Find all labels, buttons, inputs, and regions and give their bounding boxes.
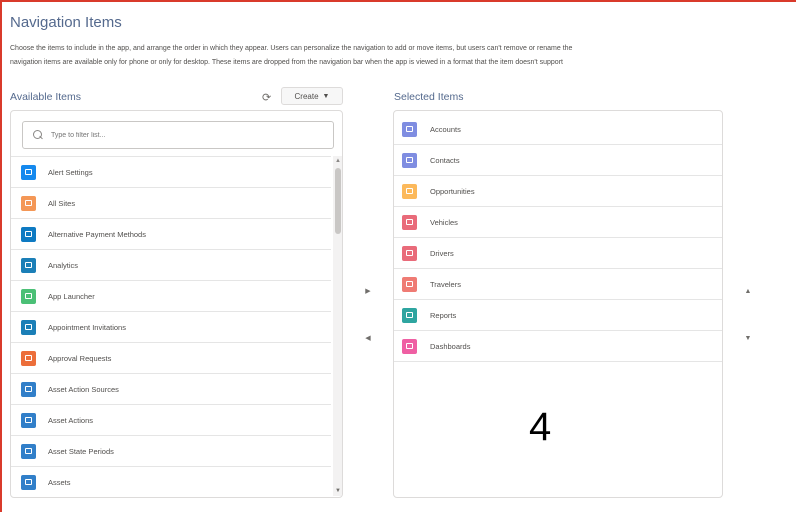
list-item-label: Reports	[430, 310, 457, 320]
list-item-label: Drivers	[430, 248, 454, 258]
move-left-button[interactable]: ◀	[361, 331, 375, 345]
asset-state-periods-icon	[21, 443, 36, 459]
list-item-label: Accounts	[430, 124, 461, 134]
list-item-label: Travelers	[430, 279, 461, 289]
available-items-list: Alert Settings All Sites Alternative Payme…	[11, 156, 331, 497]
description-line-1: Choose the items to include in the app, …	[10, 45, 573, 52]
section-description: Choose the items to include in the app, …	[10, 42, 796, 70]
list-item-label: Dashboards	[430, 341, 471, 351]
list-item-label: Alternative Payment Methods	[48, 229, 146, 239]
all-sites-icon	[21, 195, 36, 211]
list-item-label: Contacts	[430, 155, 460, 165]
chevron-down-icon: ▼	[322, 92, 330, 100]
move-up-button[interactable]: ▲	[741, 284, 755, 298]
list-item-label: Asset Actions	[48, 415, 94, 425]
list-item[interactable]: Opportunities	[394, 176, 722, 207]
approval-requests-icon	[21, 350, 36, 366]
app-launcher-icon	[21, 288, 36, 304]
scroll-down-arrow-icon[interactable]: ▼	[333, 488, 342, 494]
filter-input[interactable]	[51, 131, 311, 139]
accounts-icon	[402, 121, 417, 137]
list-item[interactable]: Travelers	[394, 269, 722, 300]
list-item[interactable]: Assets	[11, 466, 331, 497]
scroll-thumb[interactable]	[335, 168, 341, 234]
refresh-icon[interactable]: ⟳	[262, 91, 271, 104]
list-item-label: Opportunities	[430, 186, 475, 196]
scrollbar[interactable]: ▲ ▼	[333, 156, 342, 496]
list-item[interactable]: Asset Action Sources	[11, 373, 331, 404]
filter-search-box[interactable]	[22, 121, 334, 149]
annotation-number: 4	[529, 405, 552, 449]
list-item-label: Asset Action Sources	[48, 384, 119, 394]
list-item[interactable]: Alert Settings	[11, 156, 331, 187]
travelers-icon	[402, 276, 417, 292]
list-item[interactable]: Accounts	[394, 114, 722, 145]
selected-items-title: Selected Items	[394, 91, 464, 103]
appointment-invitations-icon	[21, 319, 36, 335]
selected-items-list: Accounts Contacts Opportunities Vehicles Dri…	[394, 114, 722, 362]
list-item-label: Appointment Invitations	[48, 322, 126, 332]
create-button-label: Create	[294, 91, 319, 101]
list-item[interactable]: Asset State Periods	[11, 435, 331, 466]
list-item-label: Asset State Periods	[48, 446, 114, 456]
list-item[interactable]: Vehicles	[394, 207, 722, 238]
dashboards-icon	[402, 338, 417, 354]
opportunities-icon	[402, 183, 417, 199]
list-item[interactable]: App Launcher	[11, 280, 331, 311]
description-line-2: navigation items are available only for …	[10, 59, 563, 66]
section-title: Navigation Items	[10, 14, 122, 31]
analytics-icon	[21, 257, 36, 273]
list-item[interactable]: Reports	[394, 300, 722, 331]
move-down-button[interactable]: ▼	[741, 331, 755, 345]
asset-action-sources-icon	[21, 381, 36, 397]
list-item-label: Alert Settings	[48, 167, 93, 177]
create-button[interactable]: Create ▼	[281, 87, 343, 105]
alert-settings-icon	[21, 164, 36, 180]
list-item[interactable]: All Sites	[11, 187, 331, 218]
available-items-title: Available Items	[10, 91, 82, 103]
asset-actions-icon	[21, 412, 36, 428]
list-item-label: Assets	[48, 477, 71, 487]
list-item-label: All Sites	[48, 198, 76, 208]
reports-icon	[402, 307, 417, 323]
assets-icon	[21, 474, 36, 490]
available-items-listbox[interactable]: Alert Settings All Sites Alternative Payme…	[10, 110, 343, 498]
move-right-button[interactable]: ▶	[361, 284, 375, 298]
list-item-label: App Launcher	[48, 291, 95, 301]
list-item-label: Analytics	[48, 260, 79, 270]
list-item[interactable]: Analytics	[11, 249, 331, 280]
list-item[interactable]: Contacts	[394, 145, 722, 176]
list-item[interactable]: Alternative Payment Methods	[11, 218, 331, 249]
list-item[interactable]: Drivers	[394, 238, 722, 269]
payment-methods-icon	[21, 226, 36, 242]
list-item-label: Approval Requests	[48, 353, 112, 363]
list-item-label: Vehicles	[430, 217, 458, 227]
contacts-icon	[402, 152, 417, 168]
scroll-up-arrow-icon[interactable]: ▲	[333, 158, 342, 164]
search-icon	[33, 130, 43, 140]
list-item[interactable]: Appointment Invitations	[11, 311, 331, 342]
list-item[interactable]: Approval Requests	[11, 342, 331, 373]
vehicles-icon	[402, 214, 417, 230]
list-item[interactable]: Dashboards	[394, 331, 722, 362]
list-item[interactable]: Asset Actions	[11, 404, 331, 435]
drivers-icon	[402, 245, 417, 261]
selected-items-listbox[interactable]: Accounts Contacts Opportunities Vehicles Dri…	[393, 110, 723, 498]
